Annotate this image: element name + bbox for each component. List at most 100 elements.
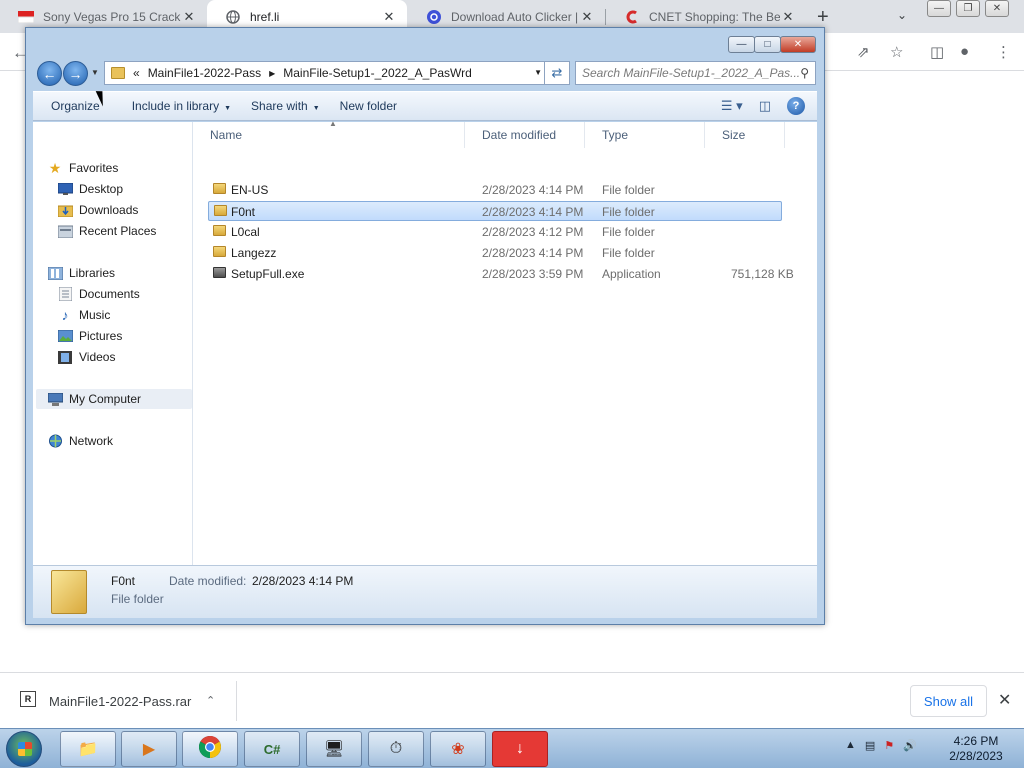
nav-item-downloads[interactable]: Downloads — [57, 200, 213, 220]
nav-item-recent-places[interactable]: Recent Places — [57, 221, 213, 241]
videos-icon — [57, 350, 73, 364]
nav-item-libraries[interactable]: Libraries — [47, 263, 203, 283]
column-label: Name — [210, 128, 243, 142]
file-name: EN-US — [231, 183, 269, 197]
change-view-icon[interactable]: ☰ ▾ — [721, 98, 743, 114]
taskbar-explorer-button[interactable]: 📁 — [60, 731, 116, 767]
file-type: File folder — [602, 246, 655, 260]
clock-date: 2/28/2023 — [949, 749, 1003, 763]
file-type: Application — [602, 267, 661, 281]
menu-kebab-icon[interactable]: ⋮ — [996, 43, 1011, 61]
bookmark-star-icon[interactable]: ☆ — [890, 43, 903, 61]
file-row-f0nt[interactable]: F0nt 2/28/2023 4:14 PM File folder — [208, 201, 782, 221]
breadcrumb-arrow-icon[interactable]: ▶ — [269, 69, 275, 78]
close-window-button[interactable]: ✕ — [985, 0, 1009, 17]
preview-pane-icon[interactable]: ◫ — [759, 98, 771, 114]
explorer-maximize-button[interactable]: □ — [754, 36, 781, 53]
chevron-down-icon: ▼ — [312, 105, 320, 112]
nav-label: Libraries — [69, 266, 116, 280]
refresh-button[interactable]: ⇄ — [544, 61, 570, 85]
folder-icon — [213, 246, 226, 257]
recent-pages-dropdown-icon[interactable]: ▼ — [91, 68, 99, 77]
at-sign-icon — [426, 9, 442, 25]
taskbar-monitor-button[interactable]: 🖥 — [306, 731, 362, 767]
column-header-date-modified[interactable]: Date modified — [465, 122, 585, 148]
taskbar-chrome-button[interactable] — [182, 731, 238, 767]
explorer-caption-buttons: — □ ✕ — [728, 36, 816, 53]
close-icon[interactable]: ✕ — [579, 9, 595, 25]
window-controls: — ❐ ✕ — [927, 0, 1014, 17]
help-icon[interactable]: ? — [787, 97, 805, 115]
chevron-up-icon[interactable]: ⌃ — [206, 694, 215, 707]
file-row-l0cal[interactable]: L0cal 2/28/2023 4:12 PM File folder — [208, 222, 782, 242]
folder-icon — [111, 67, 125, 79]
network-icon — [47, 434, 63, 448]
close-icon[interactable]: ✕ — [181, 9, 197, 25]
file-name: SetupFull.exe — [231, 267, 305, 281]
address-dropdown-icon[interactable]: ▼ — [534, 68, 542, 77]
explorer-minimize-button[interactable]: — — [728, 36, 755, 53]
tab-label: href.li — [250, 9, 280, 24]
column-header-type[interactable]: Type — [585, 122, 705, 148]
close-icon[interactable]: ✕ — [998, 690, 1011, 710]
action-center-icon[interactable]: ⚑ — [884, 739, 894, 752]
file-row-setupfull[interactable]: SetupFull.exe 2/28/2023 3:59 PM Applicat… — [208, 264, 794, 284]
csharp-icon: C# — [263, 741, 281, 757]
tab-search-chevron-icon[interactable]: ⌄ — [897, 8, 907, 22]
minimize-button[interactable]: — — [927, 0, 951, 17]
nav-item-network[interactable]: Network — [47, 431, 203, 451]
start-button[interactable] — [6, 731, 42, 767]
share-with-button[interactable]: Share with ▼ — [241, 99, 330, 113]
nav-item-videos[interactable]: Videos — [57, 347, 213, 367]
taskbar-csharp-button[interactable]: C# — [244, 731, 300, 767]
show-all-button[interactable]: Show all — [910, 685, 987, 717]
file-row-langezz[interactable]: Langezz 2/28/2023 4:14 PM File folder — [208, 243, 782, 263]
nav-item-desktop[interactable]: Desktop — [57, 179, 213, 199]
back-button[interactable]: ← — [37, 61, 62, 86]
file-row-en-us[interactable]: EN-US 2/28/2023 4:14 PM File folder — [208, 180, 782, 200]
breadcrumb-part[interactable]: MainFile-Setup1-_2022_A_PasWrd — [283, 66, 472, 80]
search-input[interactable]: Search MainFile-Setup1-_2022_A_Pas... ⚲ — [575, 61, 816, 85]
file-date: 2/28/2023 4:14 PM — [482, 183, 584, 197]
nav-label: Pictures — [79, 329, 123, 343]
volume-icon[interactable]: 🔊 — [903, 739, 917, 752]
nav-item-music[interactable]: ♪ Music — [57, 305, 213, 325]
details-modified-value: 2/28/2023 4:14 PM — [252, 574, 354, 588]
explorer-navigation-row: ← → ▼ « MainFile1-2022-Pass ▶ MainFile-S… — [34, 61, 816, 86]
column-label: Date modified — [482, 128, 557, 142]
taskbar-downloader-button[interactable]: ↓ — [492, 731, 548, 767]
column-header-size[interactable]: Size — [705, 122, 785, 148]
new-tab-button[interactable]: + — [817, 6, 829, 29]
profile-avatar-icon[interactable]: ● — [960, 43, 969, 60]
close-icon[interactable]: ✕ — [780, 9, 796, 25]
explorer-close-button[interactable]: ✕ — [780, 36, 816, 53]
include-in-library-button[interactable]: Include in library ▼ — [122, 99, 241, 113]
taskbar-ccleaner-button[interactable]: ❀ — [430, 731, 486, 767]
breadcrumb-overflow[interactable]: « — [133, 66, 140, 80]
search-icon[interactable]: ⚲ — [800, 66, 809, 80]
taskbar-clock[interactable]: 4:26 PM 2/28/2023 — [942, 734, 1010, 764]
close-icon[interactable]: ✕ — [381, 9, 397, 25]
nav-item-favorites[interactable]: ★ Favorites — [47, 158, 203, 178]
share-icon[interactable]: ⇗ — [857, 43, 870, 61]
download-item-name[interactable]: MainFile1-2022-Pass.rar — [49, 694, 191, 709]
show-hidden-icons-icon[interactable]: ▲ — [845, 739, 856, 752]
forward-button[interactable]: → — [63, 61, 88, 86]
new-folder-button[interactable]: New folder — [330, 99, 407, 113]
downloads-folder-icon — [57, 203, 73, 217]
nav-item-my-computer[interactable]: My Computer — [36, 389, 192, 409]
cnet-icon — [624, 9, 640, 25]
nav-item-pictures[interactable]: Pictures — [57, 326, 213, 346]
nav-label: Downloads — [79, 203, 139, 217]
column-header-name[interactable]: Name ▲ — [193, 119, 465, 148]
column-label: Type — [602, 128, 629, 142]
address-bar[interactable]: « MainFile1-2022-Pass ▶ MainFile-Setup1-… — [104, 61, 549, 85]
file-date: 2/28/2023 4:12 PM — [482, 225, 584, 239]
breadcrumb-part[interactable]: MainFile1-2022-Pass — [148, 66, 261, 80]
restore-button[interactable]: ❐ — [956, 0, 980, 17]
taskbar-speedometer-button[interactable]: ⏱ — [368, 731, 424, 767]
side-panel-icon[interactable]: ◫ — [930, 43, 944, 61]
nav-item-documents[interactable]: Documents — [57, 284, 213, 304]
taskbar-media-player-button[interactable]: ▶ — [121, 731, 177, 767]
network-tray-icon[interactable]: ▤ — [865, 739, 875, 752]
